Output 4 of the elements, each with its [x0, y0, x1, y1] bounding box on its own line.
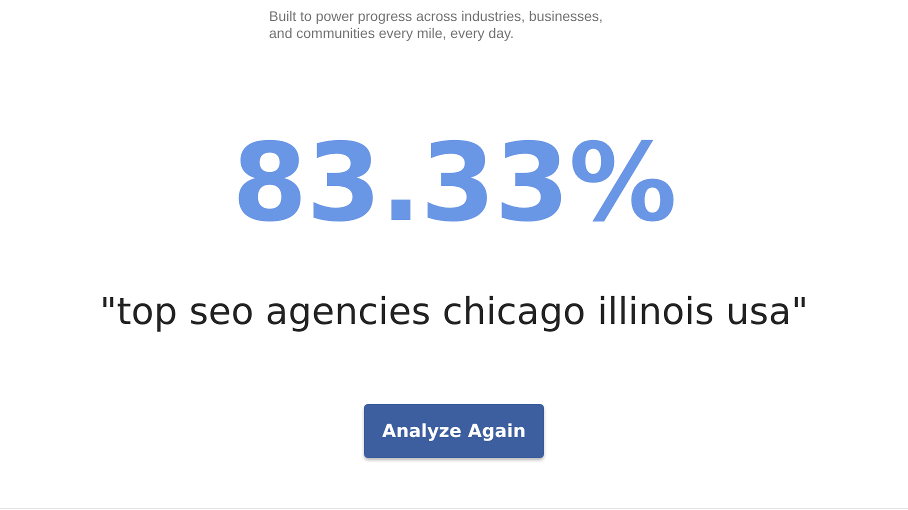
tagline: Built to power progress across industries, businesses, and communities every mile, every day.: [269, 8, 604, 42]
analyze-again-button[interactable]: Analyze Again: [364, 404, 544, 458]
match-percentage: 83.33%: [232, 130, 676, 238]
search-query: "top seo agencies chicago illinois usa": [100, 290, 808, 334]
